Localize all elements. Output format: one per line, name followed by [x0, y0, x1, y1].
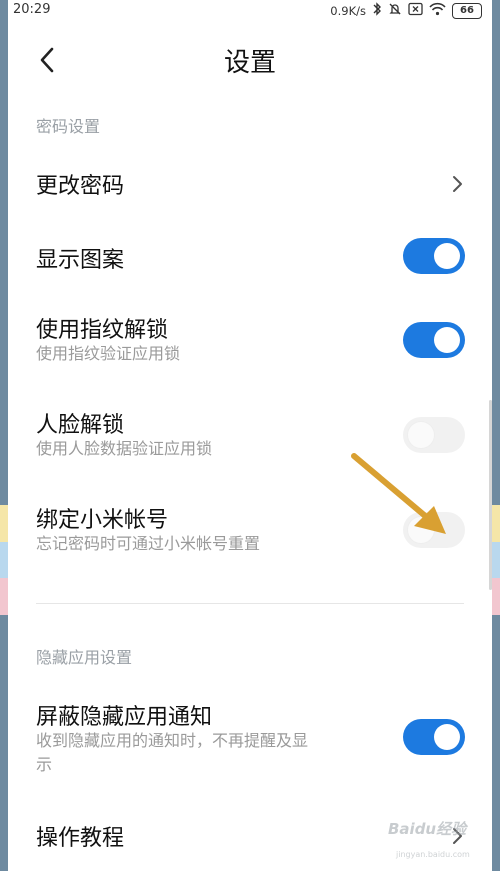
change-password-row[interactable]: 更改密码 — [8, 160, 492, 208]
hide-notifications-label: 屏蔽隐藏应用通知 — [36, 705, 213, 730]
fingerprint-unlock-toggle[interactable] — [403, 322, 465, 358]
tutorial-label: 操作教程 — [36, 826, 125, 851]
network-speed: 0.9K/s — [330, 4, 366, 18]
section-divider — [36, 603, 464, 604]
page-title: 设置 — [223, 48, 276, 78]
phone-screen: 20:29 0.9K/s 66 设置 密码设置 更改密码 显示图案 使用指纹解锁… — [8, 0, 492, 871]
change-password-label: 更改密码 — [36, 174, 125, 199]
header: 设置 — [8, 30, 492, 90]
face-unlock-toggle[interactable] — [403, 417, 465, 453]
toggle-knob — [434, 327, 460, 353]
hide-notifications-description-line1: 收到隐藏应用的通知时，不再提醒及显 — [36, 731, 309, 750]
left-edge-decoration — [0, 505, 8, 615]
face-unlock-label: 人脸解锁 — [36, 413, 125, 438]
right-edge-decoration — [492, 505, 500, 615]
chevron-right-icon — [453, 176, 462, 192]
toggle-knob — [408, 422, 434, 448]
hide-notifications-description-line2: 示 — [36, 755, 53, 774]
annotation-arrow-icon — [351, 453, 446, 534]
bind-mi-account-label: 绑定小米帐号 — [36, 508, 169, 533]
battery-icon: 66 — [452, 3, 482, 19]
sim-off-icon — [408, 2, 423, 20]
status-bar: 20:29 0.9K/s 66 — [8, 0, 492, 22]
section-header-hidden-apps: 隐藏应用设置 — [36, 648, 133, 667]
watermark-logo: Baidu经验 jingyan.baidu.com — [378, 808, 488, 868]
toggle-knob — [434, 243, 460, 269]
bluetooth-icon — [372, 2, 382, 20]
face-unlock-description: 使用人脸数据验证应用锁 — [36, 439, 213, 458]
status-time: 20:29 — [13, 2, 51, 17]
mute-icon — [388, 2, 402, 20]
hide-notifications-toggle[interactable] — [403, 719, 465, 755]
fingerprint-unlock-label: 使用指纹解锁 — [36, 318, 169, 343]
fingerprint-unlock-row: 使用指纹解锁 使用指纹验证应用锁 — [8, 310, 492, 372]
status-icons: 0.9K/s 66 — [330, 2, 482, 20]
scrollbar[interactable] — [489, 400, 492, 590]
section-header-password: 密码设置 — [36, 117, 101, 136]
watermark-text: Baidu经验 — [388, 820, 467, 838]
show-pattern-row: 显示图案 — [8, 234, 492, 282]
show-pattern-toggle[interactable] — [403, 238, 465, 274]
hide-notifications-row: 屏蔽隐藏应用通知 收到隐藏应用的通知时，不再提醒及显 示 — [8, 697, 492, 781]
watermark-url: jingyan.baidu.com — [396, 850, 470, 859]
fingerprint-unlock-description: 使用指纹验证应用锁 — [36, 344, 181, 363]
bind-mi-account-description: 忘记密码时可通过小米帐号重置 — [36, 534, 261, 553]
wifi-icon — [429, 2, 446, 20]
toggle-knob — [434, 724, 460, 750]
show-pattern-label: 显示图案 — [36, 248, 125, 273]
